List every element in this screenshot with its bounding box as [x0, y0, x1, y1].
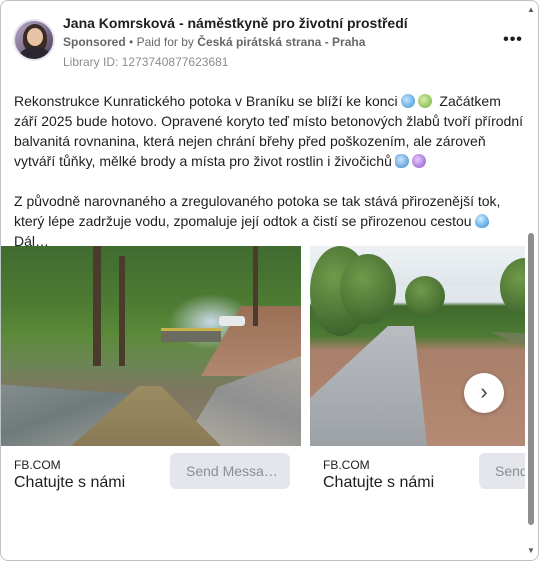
photo-tree-trunk	[253, 246, 258, 326]
carousel-next-button[interactable]: ›	[464, 373, 504, 413]
avatar[interactable]	[13, 19, 55, 61]
sponsored-label: Sponsored	[63, 35, 126, 49]
path-photo[interactable]	[310, 246, 525, 446]
photo-tree	[405, 276, 445, 316]
scrollbar[interactable]: ▲ ▼	[526, 5, 536, 556]
herb-icon	[417, 94, 432, 108]
paragraph-1-text-a: Rekonstrukce Kunratického potoka v Braní…	[14, 93, 398, 109]
photo-tree-trunk	[93, 246, 101, 366]
post-header: Jana Komrsková - náměstkyně pro životní …	[13, 13, 526, 73]
send-message-button[interactable]: Send	[479, 453, 525, 489]
send-message-button[interactable]: Send Messa…	[170, 453, 290, 489]
post-paragraph: Z původně narovnaného a zregulovaného po…	[14, 191, 526, 251]
photo-bridge	[161, 328, 221, 342]
flower-icon	[411, 154, 426, 168]
card-title[interactable]: Chatujte s námi	[323, 474, 434, 492]
photo-stream	[490, 332, 525, 372]
card-caption: FB.COM Chatujte s námi Send	[310, 446, 525, 496]
image-carousel: FB.COM Chatujte s námi Send Messa… FB.CO…	[1, 246, 525, 496]
photo-path	[310, 326, 427, 446]
meta-separator: •	[129, 35, 137, 49]
card-domain: FB.COM	[14, 458, 61, 472]
photo-van	[219, 316, 245, 326]
droplet-icon	[474, 214, 489, 228]
water-wave-icon	[400, 94, 415, 108]
more-options-button[interactable]: •••	[500, 31, 526, 51]
scroll-thumb[interactable]	[528, 233, 534, 525]
library-id: Library ID: 1273740877623681	[63, 55, 229, 69]
card-title[interactable]: Chatujte s námi	[14, 474, 125, 492]
photo-tree	[340, 254, 396, 324]
paragraph-2-text: Z původně narovnaného a zregulovaného po…	[14, 193, 501, 229]
paid-for-prefix: Paid for by	[136, 35, 194, 49]
creek-photo[interactable]	[1, 246, 301, 446]
card-caption: FB.COM Chatujte s námi Send Messa…	[1, 446, 301, 496]
carousel-card[interactable]: FB.COM Chatujte s námi Send Messa…	[1, 246, 301, 496]
ad-post-card: Jana Komrsková - náměstkyně pro životní …	[0, 0, 539, 561]
page-name[interactable]: Jana Komrsková - náměstkyně pro životní …	[63, 15, 408, 31]
more-horizontal-icon: •••	[503, 31, 523, 48]
avatar-face	[27, 28, 43, 46]
paid-for-by[interactable]: Česká pirátská strana - Praha	[197, 35, 365, 49]
chevron-right-icon: ›	[480, 379, 488, 404]
card-domain: FB.COM	[323, 458, 370, 472]
scroll-up-arrow-icon[interactable]: ▲	[526, 5, 536, 15]
post-text: Rekonstrukce Kunratického potoka v Braní…	[14, 91, 526, 271]
carousel-card[interactable]: FB.COM Chatujte s námi Send	[310, 246, 525, 496]
fish-icon	[394, 154, 409, 168]
photo-tree-trunk	[119, 256, 125, 366]
avatar-body	[19, 47, 51, 59]
scroll-down-arrow-icon[interactable]: ▼	[526, 546, 536, 556]
post-paragraph: Rekonstrukce Kunratického potoka v Braní…	[14, 91, 526, 171]
sponsored-line: Sponsored • Paid for by Česká pirátská s…	[63, 35, 365, 49]
